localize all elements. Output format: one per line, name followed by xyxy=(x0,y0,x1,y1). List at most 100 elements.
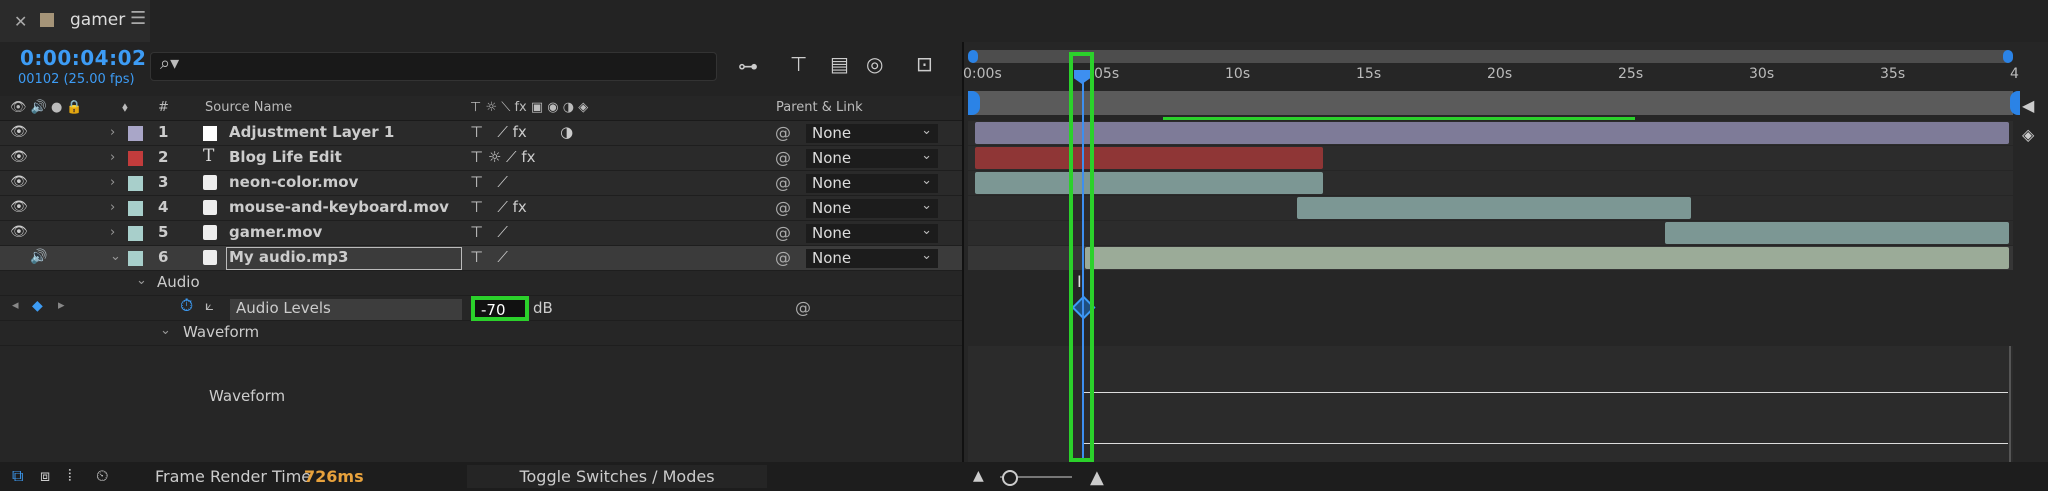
pick-whip-icon[interactable]: @ xyxy=(775,123,791,142)
track-end-divider xyxy=(2009,346,2011,462)
speaker-icon[interactable]: 🔊 xyxy=(30,249,47,265)
chevron-down-icon[interactable]: ⌄ xyxy=(110,249,121,264)
tab-label: gamer xyxy=(70,10,126,30)
graph-icon[interactable]: ⟀ xyxy=(205,296,214,314)
layer-bar-4[interactable] xyxy=(1297,197,1691,219)
chevron-down-icon[interactable]: ⌄ xyxy=(160,323,171,338)
layer-number: 3 xyxy=(158,173,169,191)
layer-switches[interactable]: ⊤ ⟋ xyxy=(470,248,508,266)
layer-switches-toggle-icon[interactable]: ⧈ xyxy=(40,466,50,486)
panel-menu-icon[interactable]: ☰ xyxy=(130,8,146,29)
comp-button-icon[interactable]: ◈ xyxy=(2022,125,2034,144)
layer-bar-6[interactable] xyxy=(1085,247,2009,269)
expression-pick-whip-icon[interactable]: @ xyxy=(795,298,811,317)
eye-icon[interactable]: 👁 xyxy=(10,174,28,190)
current-timecode[interactable]: 0:00:04:02 xyxy=(20,46,146,70)
pick-whip-icon[interactable]: @ xyxy=(775,198,791,217)
eye-icon[interactable]: 👁 xyxy=(10,199,28,215)
eye-icon[interactable]: 👁 xyxy=(10,224,28,240)
audio-levels-value[interactable]: -70 xyxy=(481,301,506,319)
pick-whip-icon[interactable]: @ xyxy=(775,248,791,267)
ruler-label: 20s xyxy=(1487,66,1513,82)
waveform-group-row[interactable] xyxy=(0,321,963,346)
layer-bar-1[interactable] xyxy=(975,122,2009,144)
chevron-right-icon[interactable]: › xyxy=(110,200,115,215)
zoom-in-icon[interactable]: ▲ xyxy=(1090,467,1104,488)
chevron-right-icon[interactable]: › xyxy=(110,175,115,190)
layer-name[interactable]: My audio.mp3 xyxy=(229,248,348,266)
layer-bar-3[interactable] xyxy=(975,172,1323,194)
pick-whip-icon[interactable]: @ xyxy=(775,173,791,192)
pick-whip-icon[interactable]: @ xyxy=(775,148,791,167)
layer-name[interactable]: mouse-and-keyboard.mov xyxy=(229,198,449,216)
stopwatch-icon[interactable]: ⏱ xyxy=(180,296,193,316)
next-keyframe-icon[interactable]: ▸ xyxy=(58,298,65,313)
draft-3d-icon[interactable]: ⊤ xyxy=(790,52,807,76)
frame-blending-icon[interactable]: ▤ xyxy=(830,52,849,76)
layer-switches[interactable]: ⊤ ⟋ fx ◑ xyxy=(470,123,573,141)
search-icon[interactable]: ⌕▾ xyxy=(160,53,179,74)
label-color[interactable] xyxy=(128,226,143,241)
layer-name[interactable]: Adjustment Layer 1 xyxy=(229,123,394,141)
chevron-right-icon[interactable]: › xyxy=(110,225,115,240)
work-area-end-handle[interactable] xyxy=(2010,91,2020,115)
audio-levels-value-field[interactable]: -70 xyxy=(471,296,529,321)
audio-file-icon xyxy=(203,250,217,265)
eye-icon[interactable]: 👁 xyxy=(10,124,28,140)
toggle-switches-modes-button[interactable]: Toggle Switches / Modes xyxy=(467,465,767,488)
frame-info: 00102 (25.00 fps) xyxy=(18,72,135,87)
waveform-group-label: Waveform xyxy=(183,323,260,341)
layer-switches[interactable]: ⊤ ☼ ⟋ fx xyxy=(470,148,535,166)
work-area-bar[interactable] xyxy=(968,91,2013,115)
tab-bar xyxy=(0,0,2048,42)
composition-mini-flowchart-icon[interactable]: ⧉ xyxy=(12,466,23,486)
column-source-name[interactable]: Source Name xyxy=(205,100,292,115)
comp-flowchart-icon[interactable]: ⊶ xyxy=(738,54,758,78)
motion-blur-icon[interactable]: ◎ xyxy=(866,52,883,76)
label-color[interactable] xyxy=(128,251,143,266)
parent-dropdown[interactable]: None ⌄ xyxy=(806,223,938,243)
parent-dropdown[interactable]: None ⌄ xyxy=(806,198,938,218)
navigator-start-handle[interactable] xyxy=(968,50,978,63)
layer-switches[interactable]: ⊤ ⟋ fx xyxy=(470,198,527,216)
layer-name[interactable]: neon-color.mov xyxy=(229,173,358,191)
search-input[interactable] xyxy=(150,52,717,81)
layer-bar-5[interactable] xyxy=(1665,222,2009,244)
parent-dropdown[interactable]: None ⌄ xyxy=(806,148,938,168)
render-cache-indicator xyxy=(1163,117,1635,120)
navigator-end-handle[interactable] xyxy=(2003,50,2013,63)
chevron-down-icon[interactable]: ⌄ xyxy=(136,273,147,288)
time-navigator[interactable] xyxy=(968,50,2013,63)
layer-name[interactable]: Blog Life Edit xyxy=(229,148,342,166)
chevron-right-icon[interactable]: › xyxy=(110,125,115,140)
layer-bar-2[interactable] xyxy=(975,147,1323,169)
work-area-start-handle[interactable] xyxy=(968,91,980,115)
parent-dropdown[interactable]: None ⌄ xyxy=(806,173,938,193)
adjustment-layer-icon xyxy=(203,126,217,141)
parent-dropdown[interactable]: None ⌄ xyxy=(806,123,938,143)
comp-marker-icon[interactable]: ◀ xyxy=(2022,96,2034,115)
label-color[interactable] xyxy=(128,176,143,191)
keyframe-diamond-icon[interactable]: ◆ xyxy=(32,298,43,314)
label-color[interactable] xyxy=(128,201,143,216)
eye-icon[interactable]: 👁 xyxy=(10,149,28,165)
graph-editor-icon[interactable]: ⊡ xyxy=(916,52,933,76)
transfer-controls-icon[interactable]: ⦙ xyxy=(68,466,72,486)
panel-divider[interactable] xyxy=(962,42,964,462)
waveform-line-left xyxy=(1084,392,2008,393)
layer-switches[interactable]: ⊤ ⟋ xyxy=(470,173,508,191)
label-color[interactable] xyxy=(128,126,143,141)
in-out-duration-icon[interactable]: ⏲ xyxy=(96,466,108,486)
audio-levels-unit: dB xyxy=(533,299,553,317)
parent-dropdown[interactable]: None ⌄ xyxy=(806,248,938,268)
zoom-slider-thumb[interactable] xyxy=(1002,470,1018,486)
ruler-label: 10s xyxy=(1225,66,1251,82)
layer-name[interactable]: gamer.mov xyxy=(229,223,322,241)
zoom-out-icon[interactable]: ▲ xyxy=(973,468,984,484)
pick-whip-icon[interactable]: @ xyxy=(775,223,791,242)
close-icon[interactable]: ✕ xyxy=(14,12,27,31)
label-color[interactable] xyxy=(128,151,143,166)
layer-switches[interactable]: ⊤ ⟋ xyxy=(470,223,508,241)
prev-keyframe-icon[interactable]: ◂ xyxy=(12,298,19,313)
chevron-right-icon[interactable]: › xyxy=(110,150,115,165)
